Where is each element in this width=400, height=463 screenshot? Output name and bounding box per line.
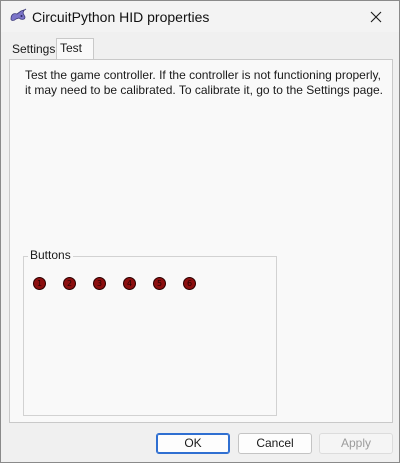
window-title: CircuitPython HID properties — [32, 9, 210, 25]
joystick-button-3-indicator: 3 — [93, 277, 106, 290]
joystick-button-4-indicator: 4 — [123, 277, 136, 290]
close-icon — [370, 11, 382, 22]
joystick-button-5-indicator: 5 — [153, 277, 166, 290]
properties-dialog: CircuitPython HID properties Settings Te… — [0, 0, 400, 463]
instructions-text: Test the game controller. If the control… — [25, 68, 384, 97]
tab-test[interactable]: Test — [56, 38, 94, 60]
buttons-group-label: Buttons — [28, 248, 73, 262]
ok-button[interactable]: OK — [156, 433, 230, 454]
joystick-button-6-indicator: 6 — [183, 277, 196, 290]
test-tab-panel: Test the game controller. If the control… — [9, 59, 393, 423]
close-button[interactable] — [353, 1, 399, 32]
title-bar[interactable]: CircuitPython HID properties — [1, 1, 399, 32]
gamepad-icon — [9, 8, 27, 24]
tab-settings[interactable]: Settings — [8, 40, 59, 59]
buttons-group: Buttons 1 2 3 4 5 6 — [23, 248, 277, 416]
joystick-button-2-indicator: 2 — [63, 277, 76, 290]
joystick-button-1-indicator: 1 — [33, 277, 46, 290]
apply-button[interactable]: Apply — [319, 433, 393, 454]
cancel-button[interactable]: Cancel — [238, 433, 312, 454]
